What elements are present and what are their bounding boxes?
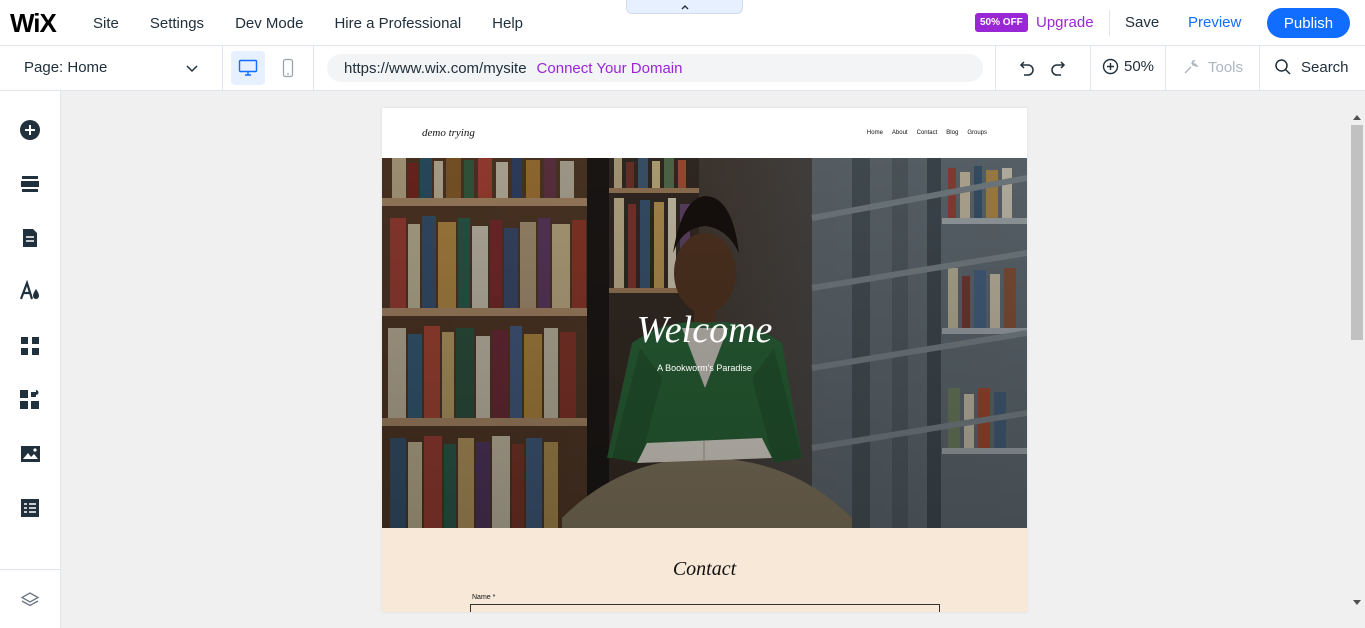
scroll-down-icon[interactable] bbox=[1353, 600, 1361, 606]
apps-icon bbox=[21, 337, 39, 355]
top-bar: WiX Site Settings Dev Mode Hire a Profes… bbox=[0, 0, 1365, 46]
zoom-in-icon bbox=[1102, 58, 1119, 75]
name-input[interactable] bbox=[470, 604, 940, 612]
editor-toolbar: Page: Home https://www.wix.com/mysite Co… bbox=[0, 46, 1365, 91]
scrollbar-thumb[interactable] bbox=[1351, 125, 1363, 340]
nav-item-home[interactable]: Home bbox=[867, 130, 883, 136]
zoom-level: 50% bbox=[1124, 58, 1155, 75]
nav-item-blog[interactable]: Blog bbox=[946, 130, 958, 136]
media-icon bbox=[20, 446, 40, 462]
hero-title[interactable]: Welcome bbox=[382, 308, 1027, 352]
add-section-button[interactable] bbox=[19, 173, 41, 195]
scroll-up-icon[interactable] bbox=[1353, 114, 1361, 120]
name-label: Name * bbox=[472, 594, 496, 601]
mobile-icon bbox=[282, 58, 294, 78]
desktop-view-button[interactable] bbox=[231, 51, 265, 85]
tools-button[interactable]: Tools bbox=[1182, 58, 1243, 76]
nav-item-about[interactable]: About bbox=[892, 130, 908, 136]
divider bbox=[995, 46, 996, 91]
business-apps-icon bbox=[20, 390, 39, 409]
collapse-toolbar-button[interactable] bbox=[626, 0, 743, 14]
layers-icon bbox=[20, 592, 40, 607]
chevron-up-icon bbox=[681, 4, 688, 9]
cms-button[interactable] bbox=[19, 497, 41, 519]
site-name[interactable]: demo trying bbox=[422, 127, 475, 139]
layers-button[interactable] bbox=[19, 589, 41, 611]
desktop-icon bbox=[238, 59, 258, 76]
pages-menu-button[interactable] bbox=[19, 227, 41, 249]
undo-icon[interactable] bbox=[1016, 58, 1036, 78]
site-canvas[interactable]: demo trying Home About Contact Blog Grou… bbox=[382, 108, 1027, 612]
tools-label: Tools bbox=[1208, 58, 1244, 76]
search-button[interactable]: Search bbox=[1274, 58, 1349, 76]
design-icon bbox=[19, 280, 39, 300]
menu-site[interactable]: Site bbox=[93, 15, 119, 32]
redo-icon[interactable] bbox=[1049, 58, 1069, 78]
add-icon bbox=[20, 120, 40, 140]
hero-section[interactable]: Welcome A Bookworm's Paradise bbox=[382, 158, 1027, 528]
nav-item-groups[interactable]: Groups bbox=[967, 130, 987, 136]
menu-dev-mode[interactable]: Dev Mode bbox=[235, 15, 303, 32]
divider bbox=[0, 569, 60, 570]
site-navigation[interactable]: Home About Contact Blog Groups bbox=[867, 130, 987, 136]
site-url-bar: https://www.wix.com/mysite Connect Your … bbox=[327, 54, 983, 82]
main-menu: Site Settings Dev Mode Hire a Profession… bbox=[93, 0, 554, 46]
upgrade-link[interactable]: Upgrade bbox=[1036, 14, 1094, 31]
search-icon bbox=[1275, 59, 1291, 75]
wix-logo[interactable]: WiX bbox=[10, 9, 57, 37]
divider bbox=[313, 46, 314, 91]
connect-domain-link[interactable]: Connect Your Domain bbox=[537, 60, 683, 77]
divider bbox=[1165, 46, 1166, 91]
divider bbox=[222, 46, 223, 91]
save-button[interactable]: Save bbox=[1125, 14, 1159, 31]
site-url: https://www.wix.com/mysite bbox=[344, 59, 527, 77]
site-design-button[interactable] bbox=[19, 280, 41, 302]
contact-title[interactable]: Contact bbox=[382, 558, 1027, 581]
discount-badge: 50% OFF bbox=[975, 13, 1028, 32]
divider bbox=[1259, 46, 1260, 91]
mobile-view-button[interactable] bbox=[276, 51, 300, 85]
wrench-icon bbox=[1184, 60, 1199, 74]
business-tools-button[interactable] bbox=[19, 389, 41, 411]
menu-settings[interactable]: Settings bbox=[150, 15, 204, 32]
left-toolbar bbox=[0, 91, 61, 628]
media-button[interactable] bbox=[19, 443, 41, 465]
cms-icon bbox=[21, 499, 39, 517]
page-selector[interactable]: Page: Home bbox=[24, 59, 107, 76]
divider bbox=[1109, 10, 1110, 36]
nav-item-contact[interactable]: Contact bbox=[917, 130, 938, 136]
add-apps-button[interactable] bbox=[19, 335, 41, 357]
search-label: Search bbox=[1301, 58, 1349, 76]
chevron-down-icon[interactable] bbox=[185, 61, 199, 75]
hero-subtitle[interactable]: A Bookworm's Paradise bbox=[382, 363, 1027, 373]
menu-hire-professional[interactable]: Hire a Professional bbox=[334, 15, 461, 32]
preview-button[interactable]: Preview bbox=[1188, 14, 1241, 31]
zoom-control[interactable]: 50% bbox=[1102, 58, 1154, 75]
sections-icon bbox=[21, 176, 39, 192]
menu-help[interactable]: Help bbox=[492, 15, 523, 32]
divider bbox=[1090, 46, 1091, 91]
pages-icon bbox=[23, 229, 37, 247]
add-elements-button[interactable] bbox=[19, 119, 41, 141]
site-header[interactable]: demo trying Home About Contact Blog Grou… bbox=[382, 108, 1027, 158]
publish-button[interactable]: Publish bbox=[1267, 8, 1350, 38]
contact-section[interactable]: Contact Name * bbox=[382, 528, 1027, 612]
